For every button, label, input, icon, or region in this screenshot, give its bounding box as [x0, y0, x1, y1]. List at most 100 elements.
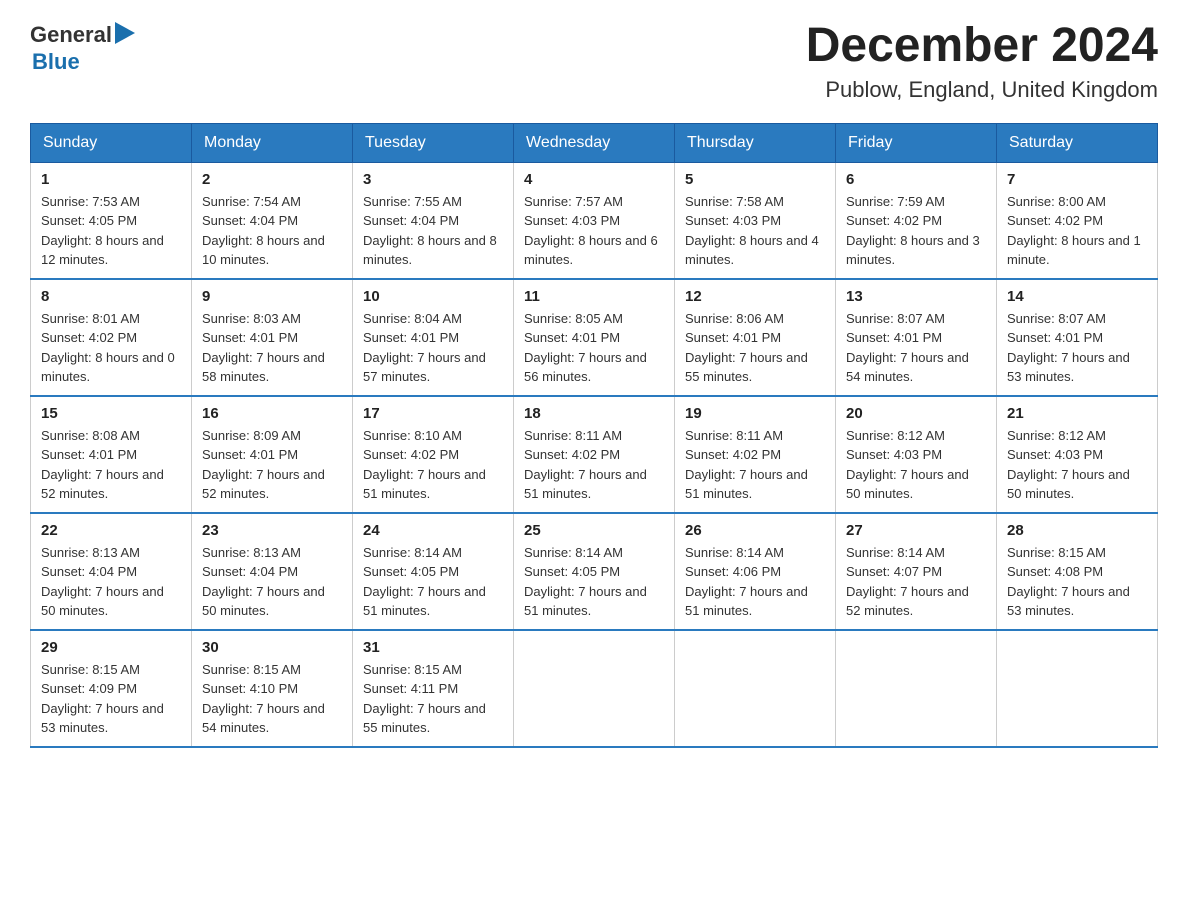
day-number: 2 [202, 171, 342, 188]
day-number: 1 [41, 171, 181, 188]
day-info: Sunrise: 8:12 AM Sunset: 4:03 PM Dayligh… [846, 426, 986, 504]
day-number: 23 [202, 522, 342, 539]
calendar-cell: 27 Sunrise: 8:14 AM Sunset: 4:07 PM Dayl… [836, 513, 997, 630]
calendar-week-row: 8 Sunrise: 8:01 AM Sunset: 4:02 PM Dayli… [31, 279, 1158, 396]
day-info: Sunrise: 8:14 AM Sunset: 4:05 PM Dayligh… [363, 543, 503, 621]
day-info: Sunrise: 8:11 AM Sunset: 4:02 PM Dayligh… [685, 426, 825, 504]
day-info: Sunrise: 7:58 AM Sunset: 4:03 PM Dayligh… [685, 192, 825, 270]
calendar-cell: 21 Sunrise: 8:12 AM Sunset: 4:03 PM Dayl… [997, 396, 1158, 513]
day-number: 6 [846, 171, 986, 188]
calendar-cell: 28 Sunrise: 8:15 AM Sunset: 4:08 PM Dayl… [997, 513, 1158, 630]
day-info: Sunrise: 8:06 AM Sunset: 4:01 PM Dayligh… [685, 309, 825, 387]
title-block: December 2024 Publow, England, United Ki… [806, 20, 1158, 103]
day-number: 26 [685, 522, 825, 539]
day-info: Sunrise: 8:14 AM Sunset: 4:06 PM Dayligh… [685, 543, 825, 621]
day-info: Sunrise: 7:59 AM Sunset: 4:02 PM Dayligh… [846, 192, 986, 270]
calendar-cell: 31 Sunrise: 8:15 AM Sunset: 4:11 PM Dayl… [353, 630, 514, 747]
day-number: 17 [363, 405, 503, 422]
calendar-cell: 30 Sunrise: 8:15 AM Sunset: 4:10 PM Dayl… [192, 630, 353, 747]
day-info: Sunrise: 8:03 AM Sunset: 4:01 PM Dayligh… [202, 309, 342, 387]
calendar-cell: 15 Sunrise: 8:08 AM Sunset: 4:01 PM Dayl… [31, 396, 192, 513]
page-title: December 2024 [806, 20, 1158, 73]
day-number: 12 [685, 288, 825, 305]
calendar-cell: 24 Sunrise: 8:14 AM Sunset: 4:05 PM Dayl… [353, 513, 514, 630]
calendar-cell [997, 630, 1158, 747]
calendar-cell [836, 630, 997, 747]
day-number: 19 [685, 405, 825, 422]
day-info: Sunrise: 8:05 AM Sunset: 4:01 PM Dayligh… [524, 309, 664, 387]
page-subtitle: Publow, England, United Kingdom [806, 77, 1158, 103]
day-number: 28 [1007, 522, 1147, 539]
day-number: 29 [41, 639, 181, 656]
day-info: Sunrise: 8:14 AM Sunset: 4:05 PM Dayligh… [524, 543, 664, 621]
logo-blue-text: Blue [32, 49, 80, 74]
day-info: Sunrise: 8:11 AM Sunset: 4:02 PM Dayligh… [524, 426, 664, 504]
header-cell-tuesday: Tuesday [353, 123, 514, 162]
calendar-cell: 22 Sunrise: 8:13 AM Sunset: 4:04 PM Dayl… [31, 513, 192, 630]
calendar-cell: 5 Sunrise: 7:58 AM Sunset: 4:03 PM Dayli… [675, 162, 836, 279]
day-info: Sunrise: 8:00 AM Sunset: 4:02 PM Dayligh… [1007, 192, 1147, 270]
calendar-cell: 19 Sunrise: 8:11 AM Sunset: 4:02 PM Dayl… [675, 396, 836, 513]
day-number: 14 [1007, 288, 1147, 305]
header-cell-thursday: Thursday [675, 123, 836, 162]
calendar-cell: 14 Sunrise: 8:07 AM Sunset: 4:01 PM Dayl… [997, 279, 1158, 396]
day-info: Sunrise: 8:15 AM Sunset: 4:11 PM Dayligh… [363, 660, 503, 738]
day-info: Sunrise: 8:15 AM Sunset: 4:09 PM Dayligh… [41, 660, 181, 738]
day-info: Sunrise: 8:15 AM Sunset: 4:08 PM Dayligh… [1007, 543, 1147, 621]
calendar-cell: 13 Sunrise: 8:07 AM Sunset: 4:01 PM Dayl… [836, 279, 997, 396]
day-number: 10 [363, 288, 503, 305]
day-number: 7 [1007, 171, 1147, 188]
calendar-cell: 23 Sunrise: 8:13 AM Sunset: 4:04 PM Dayl… [192, 513, 353, 630]
day-info: Sunrise: 8:01 AM Sunset: 4:02 PM Dayligh… [41, 309, 181, 387]
calendar-cell: 29 Sunrise: 8:15 AM Sunset: 4:09 PM Dayl… [31, 630, 192, 747]
calendar-week-row: 22 Sunrise: 8:13 AM Sunset: 4:04 PM Dayl… [31, 513, 1158, 630]
day-number: 5 [685, 171, 825, 188]
day-number: 16 [202, 405, 342, 422]
day-info: Sunrise: 7:53 AM Sunset: 4:05 PM Dayligh… [41, 192, 181, 270]
calendar-cell: 1 Sunrise: 7:53 AM Sunset: 4:05 PM Dayli… [31, 162, 192, 279]
calendar-cell: 7 Sunrise: 8:00 AM Sunset: 4:02 PM Dayli… [997, 162, 1158, 279]
calendar-cell: 6 Sunrise: 7:59 AM Sunset: 4:02 PM Dayli… [836, 162, 997, 279]
calendar-cell: 11 Sunrise: 8:05 AM Sunset: 4:01 PM Dayl… [514, 279, 675, 396]
day-number: 20 [846, 405, 986, 422]
header-cell-saturday: Saturday [997, 123, 1158, 162]
day-info: Sunrise: 8:09 AM Sunset: 4:01 PM Dayligh… [202, 426, 342, 504]
day-number: 30 [202, 639, 342, 656]
calendar-cell: 17 Sunrise: 8:10 AM Sunset: 4:02 PM Dayl… [353, 396, 514, 513]
calendar-week-row: 1 Sunrise: 7:53 AM Sunset: 4:05 PM Dayli… [31, 162, 1158, 279]
day-number: 27 [846, 522, 986, 539]
day-info: Sunrise: 8:10 AM Sunset: 4:02 PM Dayligh… [363, 426, 503, 504]
day-number: 22 [41, 522, 181, 539]
calendar-cell: 20 Sunrise: 8:12 AM Sunset: 4:03 PM Dayl… [836, 396, 997, 513]
calendar-cell: 25 Sunrise: 8:14 AM Sunset: 4:05 PM Dayl… [514, 513, 675, 630]
day-info: Sunrise: 7:57 AM Sunset: 4:03 PM Dayligh… [524, 192, 664, 270]
day-number: 24 [363, 522, 503, 539]
calendar-week-row: 29 Sunrise: 8:15 AM Sunset: 4:09 PM Dayl… [31, 630, 1158, 747]
calendar-table: SundayMondayTuesdayWednesdayThursdayFrid… [30, 123, 1158, 748]
day-info: Sunrise: 7:55 AM Sunset: 4:04 PM Dayligh… [363, 192, 503, 270]
page-header: General Blue December 2024 Publow, Engla… [30, 20, 1158, 103]
day-number: 11 [524, 288, 664, 305]
calendar-cell: 10 Sunrise: 8:04 AM Sunset: 4:01 PM Dayl… [353, 279, 514, 396]
calendar-cell [675, 630, 836, 747]
logo-general-text: General [30, 22, 112, 48]
header-cell-wednesday: Wednesday [514, 123, 675, 162]
day-number: 21 [1007, 405, 1147, 422]
day-number: 3 [363, 171, 503, 188]
day-info: Sunrise: 8:14 AM Sunset: 4:07 PM Dayligh… [846, 543, 986, 621]
calendar-cell: 12 Sunrise: 8:06 AM Sunset: 4:01 PM Dayl… [675, 279, 836, 396]
logo: General Blue [30, 20, 135, 75]
calendar-week-row: 15 Sunrise: 8:08 AM Sunset: 4:01 PM Dayl… [31, 396, 1158, 513]
day-number: 15 [41, 405, 181, 422]
calendar-cell: 26 Sunrise: 8:14 AM Sunset: 4:06 PM Dayl… [675, 513, 836, 630]
calendar-cell: 16 Sunrise: 8:09 AM Sunset: 4:01 PM Dayl… [192, 396, 353, 513]
day-info: Sunrise: 8:07 AM Sunset: 4:01 PM Dayligh… [846, 309, 986, 387]
day-number: 18 [524, 405, 664, 422]
day-number: 9 [202, 288, 342, 305]
calendar-cell: 2 Sunrise: 7:54 AM Sunset: 4:04 PM Dayli… [192, 162, 353, 279]
logo-arrow-icon [115, 22, 135, 44]
day-number: 4 [524, 171, 664, 188]
day-info: Sunrise: 7:54 AM Sunset: 4:04 PM Dayligh… [202, 192, 342, 270]
day-info: Sunrise: 8:13 AM Sunset: 4:04 PM Dayligh… [41, 543, 181, 621]
day-info: Sunrise: 8:15 AM Sunset: 4:10 PM Dayligh… [202, 660, 342, 738]
